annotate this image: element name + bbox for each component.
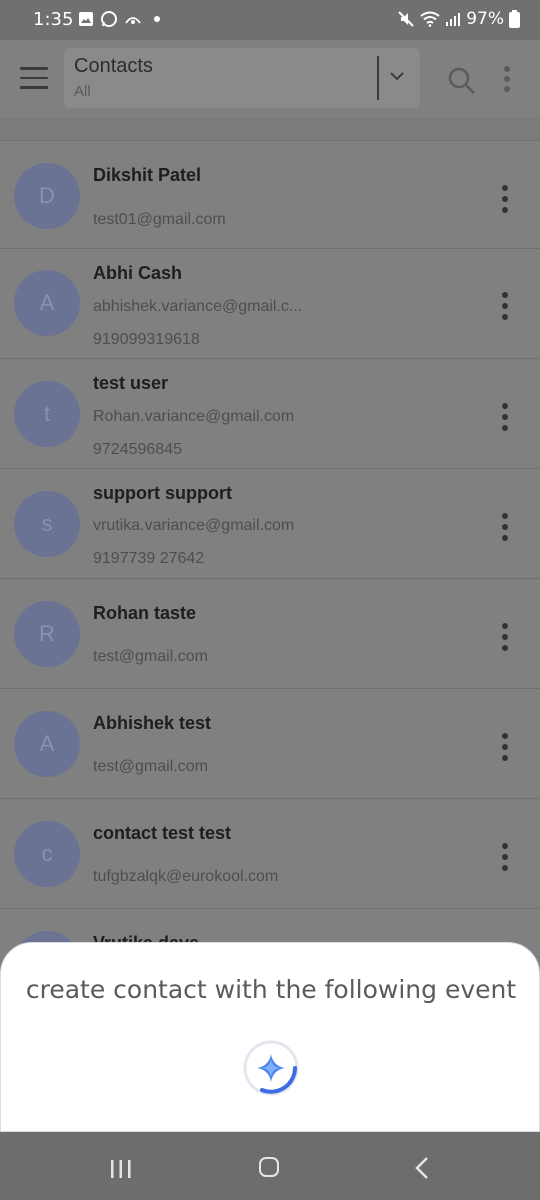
contact-email: vrutika.variance@gmail.com — [93, 517, 295, 534]
contact-row[interactable]: t test user Rohan.variance@gmail.com 972… — [0, 359, 540, 469]
avatar: A — [14, 270, 80, 336]
avatar: s — [14, 491, 80, 557]
assistant-prompt: create contact with the following event — [25, 975, 517, 1004]
contact-phone: 9724596845 — [93, 441, 182, 458]
contact-email: test@gmail.com — [93, 758, 208, 775]
filter-value: All — [74, 83, 91, 100]
mute-icon — [398, 11, 414, 27]
contact-row[interactable]: R Rohan taste test@gmail.com — [0, 579, 540, 689]
image-icon — [79, 12, 93, 26]
contact-email: Rohan.variance@gmail.com — [93, 408, 295, 425]
chevron-down-icon[interactable] — [387, 66, 407, 86]
cast-icon — [125, 17, 141, 24]
row-more-icon[interactable] — [502, 843, 510, 876]
contact-name: support support — [93, 483, 232, 503]
avatar: R — [14, 601, 80, 667]
ai-sparkle-icon[interactable] — [242, 1039, 300, 1097]
back-icon[interactable] — [414, 1156, 430, 1180]
signal-icon — [446, 13, 461, 26]
contact-list: D Dikshit Patel test01@gmail.com A Abhi … — [0, 118, 540, 997]
contact-name: test user — [93, 373, 169, 393]
contact-phone: 9197739 27642 — [93, 550, 205, 567]
contact-row[interactable]: c contact test test tufgbzalqk@eurokool.… — [0, 799, 540, 909]
contact-row[interactable]: s support support vrutika.variance@gmail… — [0, 469, 540, 579]
contact-name: Abhishek test — [93, 713, 212, 733]
contact-name: contact test test — [93, 823, 232, 843]
row-more-icon[interactable] — [502, 403, 510, 436]
contact-email: test01@gmail.com — [93, 211, 226, 228]
menu-icon[interactable] — [20, 67, 48, 89]
system-nav-bar — [0, 1132, 540, 1200]
contact-name: Rohan taste — [93, 603, 197, 623]
row-more-icon[interactable] — [502, 623, 510, 656]
contact-email: tufgbzalqk@eurokool.com — [93, 868, 279, 885]
search-icon[interactable] — [447, 66, 477, 96]
row-more-icon[interactable] — [502, 185, 510, 218]
avatar: D — [14, 163, 80, 229]
contact-name: Dikshit Patel — [93, 165, 202, 185]
row-more-icon[interactable] — [502, 513, 510, 546]
contact-phone: 919099319618 — [93, 331, 200, 348]
contact-row[interactable]: D Dikshit Patel test01@gmail.com — [0, 141, 540, 249]
row-more-icon[interactable] — [502, 733, 510, 766]
battery-percent: 97% — [466, 9, 504, 29]
status-bar: 1:35 97% — [0, 0, 540, 40]
avatar: A — [14, 711, 80, 777]
status-time: 1:35 — [33, 9, 74, 30]
contact-row[interactable]: A Abhishek test test@gmail.com — [0, 689, 540, 799]
avatar: c — [14, 821, 80, 887]
more-options-icon[interactable] — [503, 66, 511, 92]
app-bar: Contacts All — [0, 40, 540, 118]
contact-email: abhishek.variance@gmail.c... — [93, 298, 303, 315]
avatar: t — [14, 381, 80, 447]
battery-icon — [509, 10, 520, 28]
recents-icon[interactable] — [110, 1159, 132, 1179]
contact-row[interactable]: A Abhi Cash abhishek.variance@gmail.c...… — [0, 249, 540, 359]
page-title: Contacts — [74, 55, 153, 77]
home-icon[interactable] — [259, 1157, 279, 1177]
whatsapp-icon — [101, 11, 117, 27]
contact-name: Abhi Cash — [93, 263, 183, 283]
contact-email: test@gmail.com — [93, 648, 208, 665]
contacts-filter-dropdown[interactable]: Contacts All — [64, 48, 420, 108]
row-more-icon[interactable] — [502, 292, 510, 325]
assistant-sheet: create contact with the following event — [0, 942, 540, 1132]
wifi-icon — [420, 11, 440, 27]
